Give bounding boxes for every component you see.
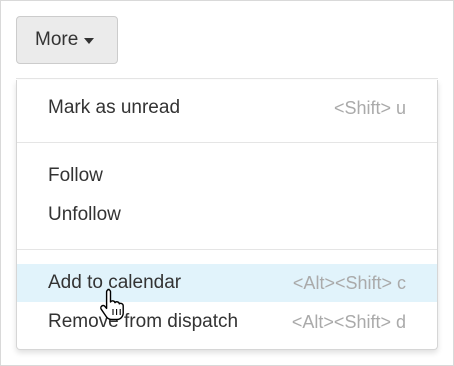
menu-item-label: Mark as unread	[48, 97, 181, 118]
menu-item-remove-from-dispatch[interactable]: Remove from dispatch <Alt><Shift> d	[17, 303, 437, 341]
toolbar-divider	[16, 78, 438, 79]
menu-item-label: Unfollow	[48, 204, 121, 225]
more-button-label: More	[35, 29, 79, 50]
menu-item-shortcut: <Shift> u	[333, 97, 406, 118]
more-button[interactable]: More	[16, 16, 118, 64]
menu-item-label: Follow	[48, 165, 103, 186]
menu-item-label: Remove from dispatch	[48, 311, 239, 332]
menu-divider	[17, 142, 437, 143]
menu-item-mark-as-unread[interactable]: Mark as unread <Shift> u	[17, 89, 437, 127]
menu-divider	[17, 249, 437, 250]
menu-item-shortcut: <Alt><Shift> d	[291, 311, 406, 332]
menu-item-add-to-calendar[interactable]: Add to calendar <Alt><Shift> c	[17, 264, 437, 302]
menu-item-follow[interactable]: Follow	[17, 157, 437, 195]
hand-pointer-icon	[100, 288, 124, 321]
menu-item-shortcut: <Alt><Shift> c	[292, 272, 406, 293]
caret-down-icon	[84, 38, 95, 44]
more-dropdown-menu: Mark as unread <Shift> u Follow Unfollow…	[16, 80, 438, 350]
menu-item-unfollow[interactable]: Unfollow	[17, 196, 437, 234]
